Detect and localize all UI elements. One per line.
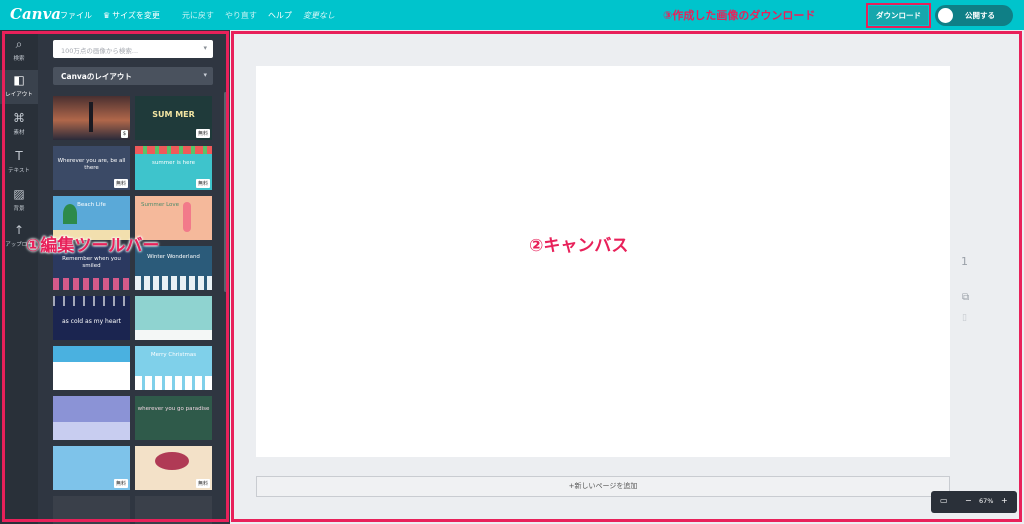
menu-file[interactable]: ファイル bbox=[60, 10, 92, 21]
toolbar-highlight bbox=[2, 31, 229, 522]
menu-resize[interactable]: ♛ サイズを変更 bbox=[103, 10, 171, 21]
annotation-toolbar: ①編集ツールバー bbox=[26, 236, 160, 256]
menu-redo[interactable]: やり直す bbox=[225, 10, 257, 21]
top-bar: Canva ファイル ♛ サイズを変更 元に戻す やり直す ヘルプ 変更なし ③作… bbox=[0, 0, 1024, 30]
annotation-download: ③作成した画像のダウンロード bbox=[663, 9, 816, 22]
menu-resize-label: サイズを変更 bbox=[112, 10, 160, 20]
crown-icon: ♛ bbox=[103, 10, 111, 20]
publish-toggle-knob bbox=[938, 8, 953, 23]
publish-button[interactable]: 公開する bbox=[935, 5, 1013, 26]
canvas-highlight bbox=[231, 31, 1022, 522]
download-button[interactable]: ダウンロード bbox=[869, 6, 928, 25]
save-status: 変更なし bbox=[302, 10, 335, 20]
menu-help[interactable]: ヘルプ bbox=[268, 10, 292, 21]
menu-undo[interactable]: 元に戻す bbox=[182, 10, 214, 21]
publish-label: 公開する bbox=[965, 11, 995, 20]
canva-logo[interactable]: Canva bbox=[10, 5, 61, 23]
main-menu: ファイル ♛ サイズを変更 元に戻す やり直す ヘルプ 変更なし bbox=[60, 0, 346, 30]
annotation-canvas: ②キャンバス bbox=[529, 236, 629, 256]
